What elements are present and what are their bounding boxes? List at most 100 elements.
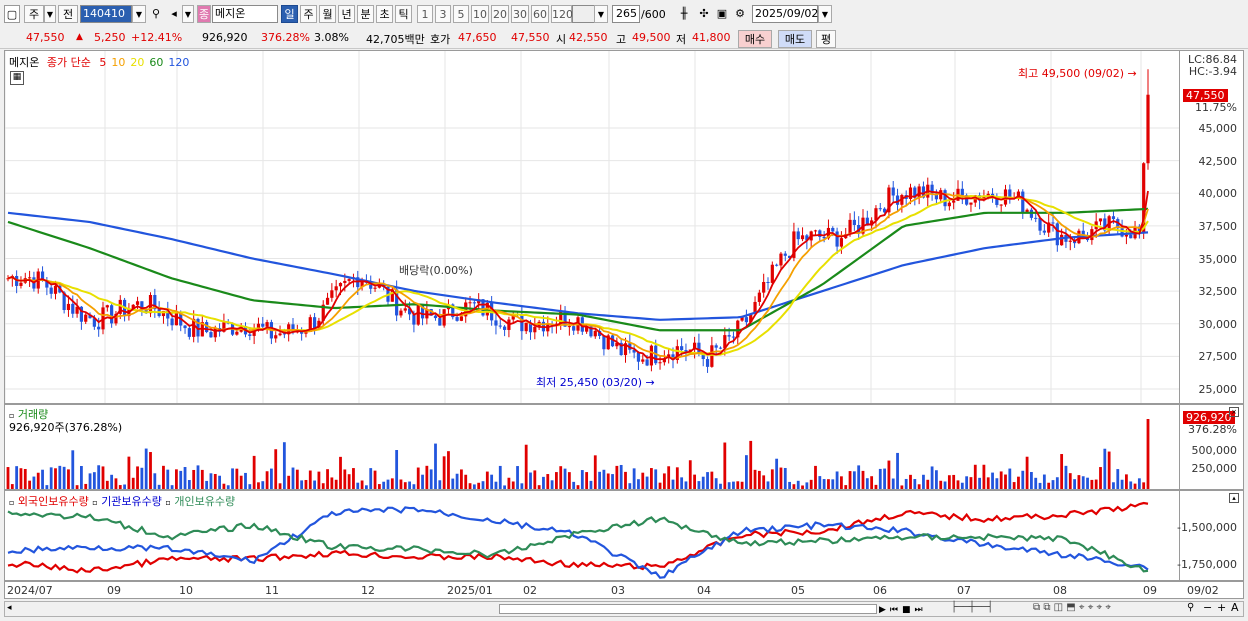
- period-type-button[interactable]: 주: [24, 5, 44, 23]
- volume-bar: [308, 470, 312, 489]
- volume-bar: [978, 477, 981, 489]
- volume-bar: [304, 479, 308, 489]
- tool-icons[interactable]: ⧉ ⧉ ◫ ⬒ ⌖ ⌖ ⌖ ⌖: [1033, 602, 1111, 613]
- volume-bar: [97, 465, 101, 489]
- volume-panel[interactable]: ▫ 거래량 926,920주(376.28%): [4, 404, 1180, 490]
- speaker-icon[interactable]: ◂: [166, 5, 182, 23]
- candle-body: [593, 330, 597, 337]
- scroll-nav-icon-1[interactable]: ⏮: [890, 605, 898, 615]
- stock-name-field[interactable]: 메지온: [212, 5, 278, 23]
- chart-scrollbar[interactable]: ◂ ▶ ⏮ ■ ⏭ ├──┼──┤ ⧉ ⧉ ◫ ⬒ ⌖ ⌖ ⌖ ⌖ ⚲ − + A: [4, 601, 1244, 617]
- close-icon[interactable]: ×: [1229, 407, 1239, 417]
- candle-body: [533, 326, 537, 333]
- interval-button-3[interactable]: 10: [471, 5, 489, 23]
- interval-button-4[interactable]: 20: [491, 5, 509, 23]
- candle-icon[interactable]: ╫: [676, 5, 692, 23]
- interval-button-0[interactable]: 1: [417, 5, 433, 23]
- period-tab-5[interactable]: 초: [376, 5, 393, 23]
- minus-icon[interactable]: −: [1203, 601, 1212, 614]
- prev-button[interactable]: 전: [58, 5, 78, 23]
- eval-button[interactable]: 평: [816, 30, 836, 48]
- candle-body: [433, 315, 438, 319]
- candle-body: [831, 227, 835, 232]
- volume-bar: [41, 469, 44, 489]
- volume-bar: [857, 465, 861, 489]
- scroll-nav-icon-3[interactable]: ⏭: [915, 605, 923, 615]
- speaker-dropdown-icon[interactable]: ▼: [182, 5, 194, 23]
- volume-bar: [922, 474, 925, 489]
- candle-body: [438, 318, 442, 326]
- interval-button-6[interactable]: 60: [531, 5, 549, 23]
- volume-bar: [801, 485, 804, 489]
- period-tab-4[interactable]: 분: [357, 5, 374, 23]
- period-tab-2[interactable]: 월: [319, 5, 336, 23]
- stock-code-input[interactable]: 140410: [80, 5, 132, 23]
- period-dropdown-icon[interactable]: ▼: [44, 5, 56, 23]
- plus-icon[interactable]: +: [1217, 601, 1226, 614]
- candle-body: [261, 323, 265, 327]
- volume-bar: [71, 450, 75, 489]
- x-label-9: 05: [791, 584, 805, 597]
- save-icon[interactable]: ▣: [714, 5, 730, 23]
- cross-icon[interactable]: ✣: [696, 5, 712, 23]
- search-icon[interactable]: ⚲: [148, 5, 164, 23]
- date-input[interactable]: 2025/09/02: [752, 5, 818, 23]
- count-input[interactable]: 265: [612, 5, 640, 23]
- interval-button-7[interactable]: 120: [551, 5, 573, 23]
- candle-body: [779, 253, 783, 266]
- interval-button-1[interactable]: 3: [435, 5, 451, 23]
- bid-price: 47,650: [458, 31, 497, 44]
- holdings-panel[interactable]: ▫ 외국인보유수량 ▫ 기관보유수량 ▫ 개인보유수량: [4, 490, 1180, 581]
- period-tab-1[interactable]: 주: [300, 5, 317, 23]
- zoom-slider[interactable]: ├──┼──┤: [951, 602, 993, 613]
- collapse-icon[interactable]: ▴: [1229, 493, 1239, 503]
- volume-bar: [45, 485, 49, 489]
- candle-body: [524, 322, 528, 332]
- scroll-nav-icon-2[interactable]: ■: [902, 605, 911, 615]
- volume-bar: [490, 474, 494, 489]
- scroll-left-icon[interactable]: ◂: [7, 603, 12, 613]
- volume-bar: [343, 469, 347, 489]
- date-dropdown-icon[interactable]: ▼: [818, 5, 832, 23]
- table-icon[interactable]: ▦: [10, 71, 24, 85]
- volume-bar: [580, 470, 584, 489]
- volume-bar: [32, 476, 36, 489]
- x-tail-label: 09/02: [1187, 584, 1219, 597]
- volume-bar: [671, 479, 675, 489]
- candle-body: [274, 335, 278, 339]
- interval-button-5[interactable]: 30: [511, 5, 529, 23]
- scroll-nav-icon-0[interactable]: ▶: [879, 605, 886, 615]
- font-size-icon[interactable]: A: [1231, 601, 1239, 614]
- period-tab-6[interactable]: 틱: [395, 5, 412, 23]
- scroll-thumb[interactable]: [499, 604, 877, 614]
- candle-body: [835, 231, 839, 247]
- period-tab-3[interactable]: 년: [338, 5, 355, 23]
- volume-bar: [485, 471, 489, 489]
- volume-bar: [524, 444, 528, 489]
- volume-bar: [1129, 481, 1133, 489]
- volume-bar: [926, 479, 930, 489]
- candle-body: [775, 264, 779, 266]
- period-tab-0[interactable]: 일: [281, 5, 298, 23]
- stock-type-badge: 종: [197, 5, 211, 23]
- volume-bar: [935, 470, 938, 489]
- interval-button-2[interactable]: 5: [453, 5, 469, 23]
- buy-button[interactable]: 매수: [738, 30, 772, 48]
- volume-bar: [1012, 482, 1016, 489]
- volume-bar: [999, 471, 1003, 489]
- candle-body: [731, 336, 736, 338]
- zoom-out-icon[interactable]: ⚲: [1187, 602, 1194, 613]
- volume-ratio: 376.28%: [261, 31, 310, 44]
- volume-bar: [175, 469, 178, 489]
- interval-dropdown-icon[interactable]: ▼: [594, 5, 608, 23]
- sell-button[interactable]: 매도: [778, 30, 812, 48]
- candle-body: [852, 219, 856, 225]
- volume-bar: [209, 473, 213, 489]
- gear-icon[interactable]: ⚙: [732, 5, 748, 23]
- volume-bar: [546, 474, 550, 489]
- volume-bar: [753, 469, 757, 489]
- price-chart-panel[interactable]: 메지온 종가 단순 5 10 20 60 120 ▦ 최고 49,500 (09/02)…: [4, 50, 1180, 404]
- volume-bar: [287, 475, 291, 489]
- window-menu-icon[interactable]: ▢: [4, 5, 20, 23]
- code-dropdown-icon[interactable]: ▼: [132, 5, 146, 23]
